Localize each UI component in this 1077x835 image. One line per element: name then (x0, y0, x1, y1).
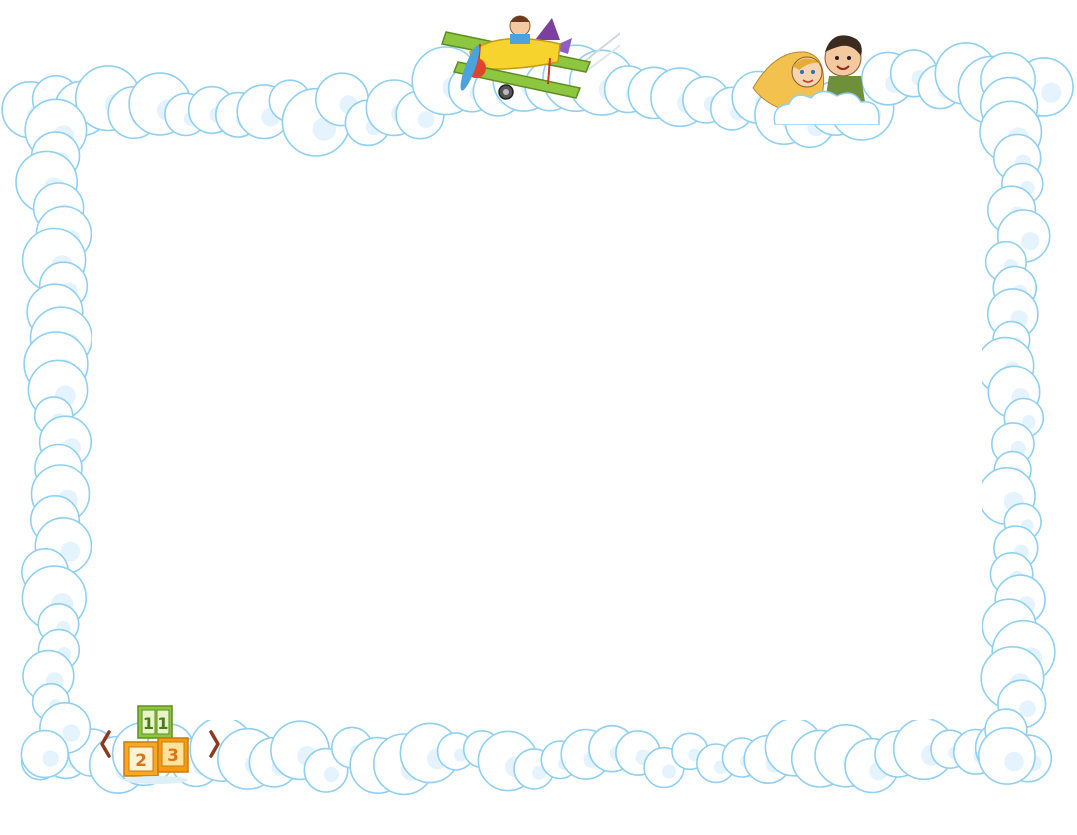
cloud-frame-page: 1 1 2 3 (0, 0, 1077, 835)
number-blocks-illustration: 1 1 2 3 (116, 700, 200, 786)
block-label-1a: 1 (143, 714, 154, 733)
cloud-shade (42, 750, 59, 767)
kids-on-cloud-illustration (745, 30, 895, 126)
block-label-1b: 1 (157, 714, 168, 733)
chevron-left-icon (100, 730, 111, 758)
cloud-shade (62, 724, 81, 742)
number-blocks-icon: 1 1 2 3 (123, 705, 189, 784)
cloud-shade (323, 767, 339, 783)
cloud-shade (1021, 232, 1040, 251)
biplane-with-pilot-icon (441, 15, 623, 100)
next-button[interactable] (204, 726, 226, 762)
chevron-right-icon (209, 730, 220, 758)
previous-button[interactable] (94, 726, 116, 762)
cloud-shade (1019, 700, 1036, 718)
cloud-shade (662, 764, 676, 779)
biplane-illustration (440, 10, 623, 110)
cloud-shade (1041, 82, 1062, 103)
cloud-shade (1004, 751, 1024, 772)
two-kids-on-cloud-icon (752, 35, 880, 126)
block-label-2: 2 (135, 751, 147, 771)
cloud-shade (417, 111, 435, 128)
content-area (92, 175, 982, 720)
block-label-3: 3 (167, 746, 179, 766)
